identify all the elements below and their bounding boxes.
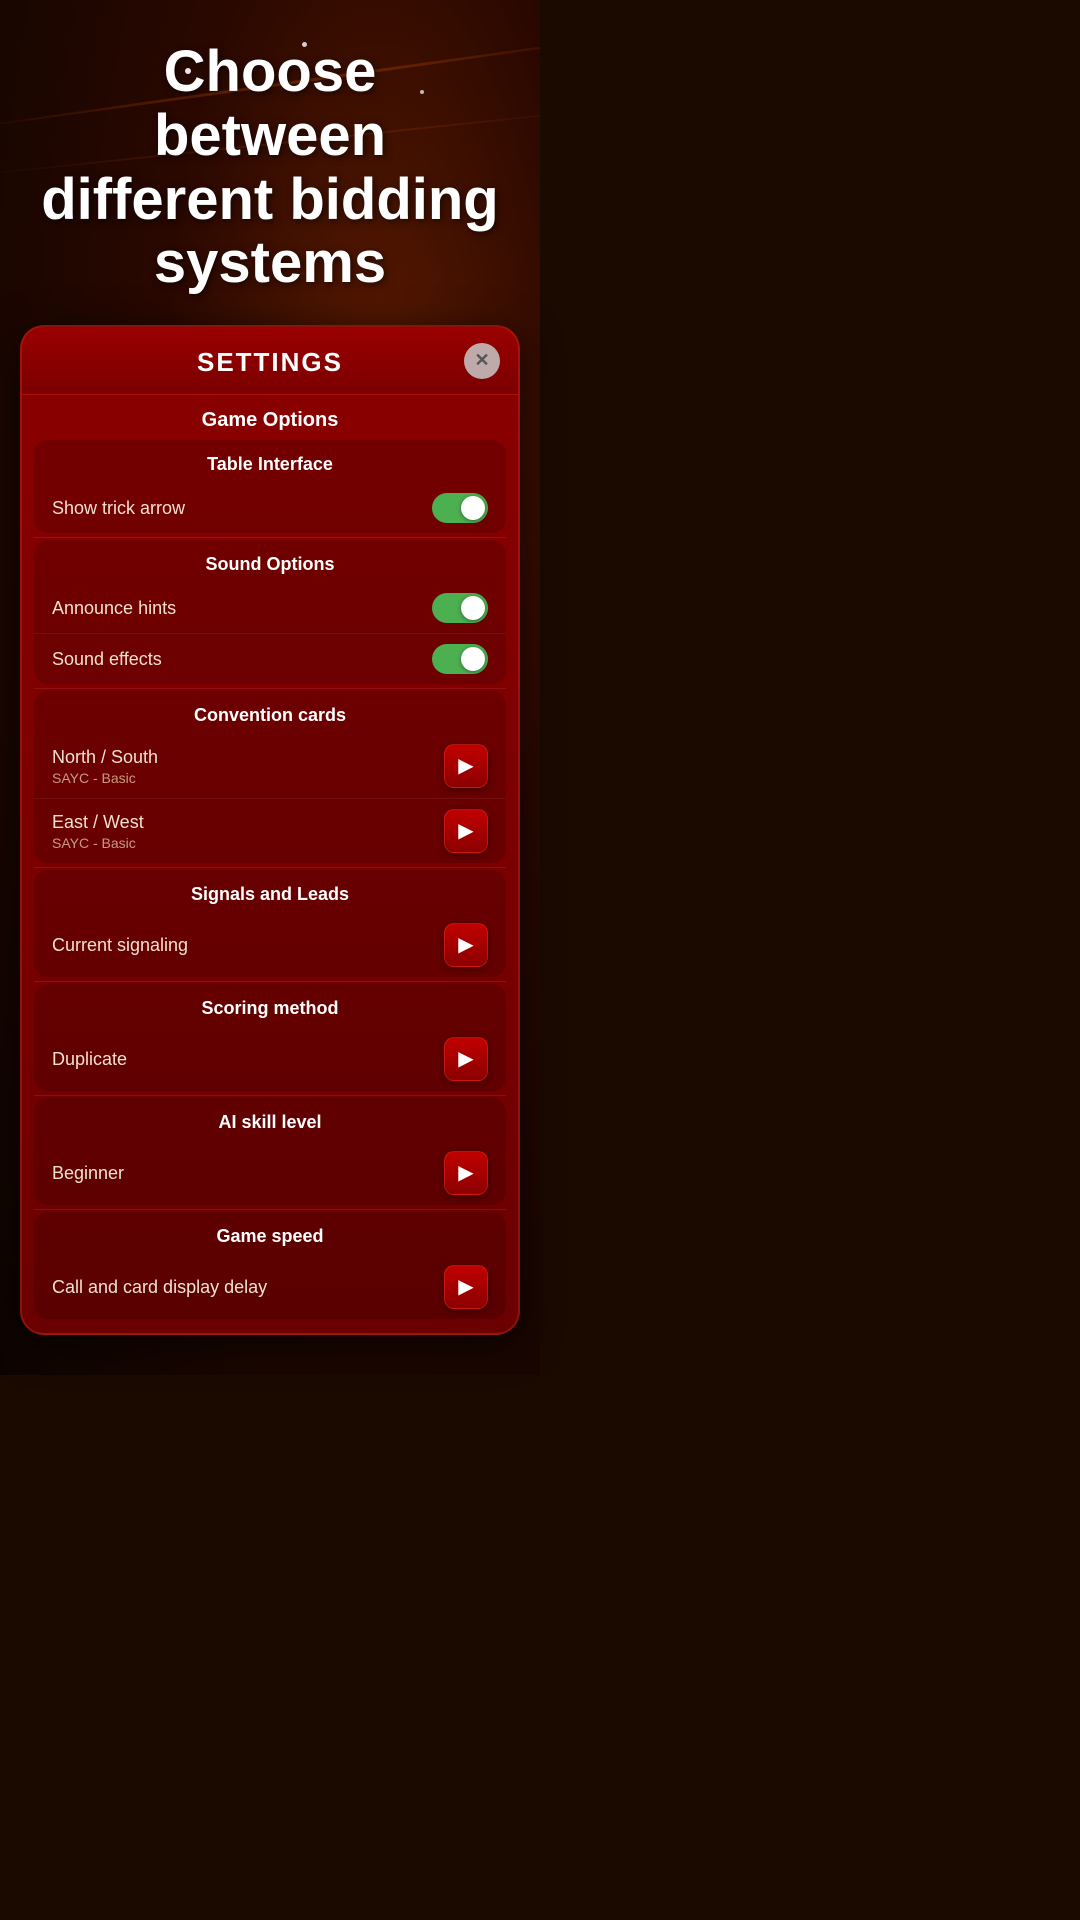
convention-cards-title: Convention cards [34,691,506,734]
duplicate-nav-button[interactable]: ▶ [444,1037,488,1081]
current-signaling-row: Current signaling ▶ [34,913,506,977]
game-speed-title: Game speed [34,1212,506,1255]
sound-effects-toggle[interactable] [432,644,488,674]
call-card-delay-row: Call and card display delay ▶ [34,1255,506,1319]
show-trick-arrow-toggle[interactable] [432,493,488,523]
signals-leads-group: Signals and Leads Current signaling ▶ [34,870,506,977]
east-west-arrow-icon: ▶ [458,821,473,841]
call-card-delay-nav-button[interactable]: ▶ [444,1265,488,1309]
hero-title: Choose between different bidding systems [0,0,540,325]
sound-effects-label: Sound effects [52,649,162,670]
ai-skill-title: AI skill level [34,1098,506,1141]
east-west-label: East / West [52,812,144,833]
sound-effects-row: Sound effects [34,633,506,684]
show-trick-arrow-row: Show trick arrow [34,483,506,533]
signals-leads-title: Signals and Leads [34,870,506,913]
close-button[interactable]: ✕ [464,343,500,379]
scoring-method-group: Scoring method Duplicate ▶ [34,984,506,1091]
beginner-row: Beginner ▶ [34,1141,506,1205]
announce-hints-toggle[interactable] [432,593,488,623]
north-south-row: North / South SAYC - Basic ▶ [34,734,506,798]
north-south-label: North / South [52,747,158,768]
show-trick-arrow-label: Show trick arrow [52,498,185,519]
call-card-delay-arrow-icon: ▶ [458,1277,473,1297]
settings-title: SETTINGS [197,347,343,378]
announce-hints-label: Announce hints [52,598,176,619]
east-west-label-group: East / West SAYC - Basic [52,812,144,851]
east-west-row: East / West SAYC - Basic ▶ [34,798,506,863]
settings-modal: SETTINGS ✕ Game Options Table Interface … [20,325,520,1335]
sound-options-group: Sound Options Announce hints Sound effec… [34,540,506,684]
current-signaling-nav-button[interactable]: ▶ [444,923,488,967]
ai-skill-group: AI skill level Beginner ▶ [34,1098,506,1205]
north-south-arrow-icon: ▶ [458,756,473,776]
current-signaling-arrow-icon: ▶ [458,935,473,955]
beginner-nav-button[interactable]: ▶ [444,1151,488,1195]
settings-header: SETTINGS ✕ [22,327,518,395]
game-options-label: Game Options [22,395,518,440]
beginner-arrow-icon: ▶ [458,1163,473,1183]
east-west-nav-button[interactable]: ▶ [444,809,488,853]
duplicate-arrow-icon: ▶ [458,1049,473,1069]
north-south-label-group: North / South SAYC - Basic [52,747,158,786]
announce-hints-row: Announce hints [34,583,506,633]
current-signaling-label: Current signaling [52,935,188,956]
settings-body: Game Options Table Interface Show trick … [22,395,518,1333]
north-south-nav-button[interactable]: ▶ [444,744,488,788]
beginner-label: Beginner [52,1163,124,1184]
game-speed-group: Game speed Call and card display delay ▶ [34,1212,506,1319]
table-interface-group: Table Interface Show trick arrow [34,440,506,533]
scoring-method-title: Scoring method [34,984,506,1027]
duplicate-row: Duplicate ▶ [34,1027,506,1091]
sound-options-title: Sound Options [34,540,506,583]
north-south-sub: SAYC - Basic [52,770,158,786]
duplicate-label: Duplicate [52,1049,127,1070]
east-west-sub: SAYC - Basic [52,835,144,851]
call-card-delay-label: Call and card display delay [52,1277,267,1298]
table-interface-title: Table Interface [34,440,506,483]
convention-cards-group: Convention cards North / South SAYC - Ba… [34,691,506,863]
